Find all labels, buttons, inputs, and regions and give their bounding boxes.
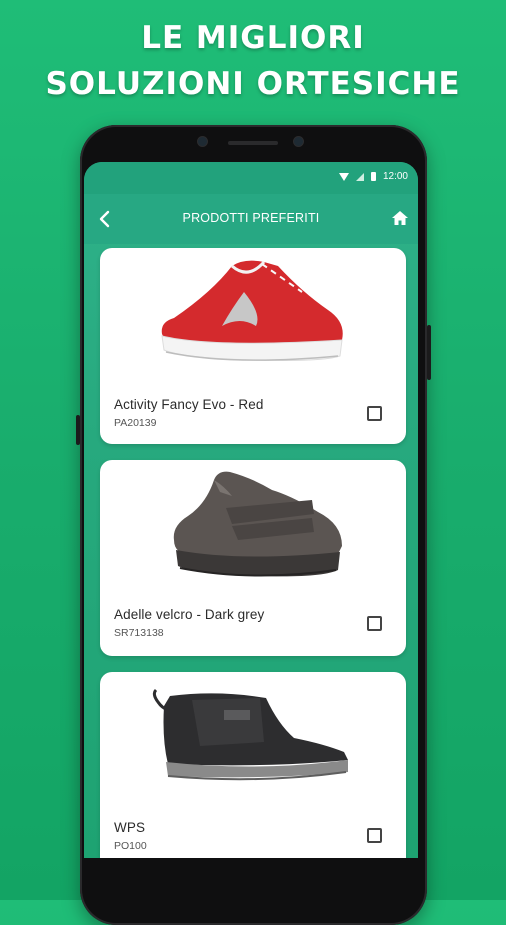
product-card[interactable]: WPS PO100 [100,672,406,858]
favorite-checkbox[interactable] [367,828,382,843]
product-name: Activity Fancy Evo - Red [114,397,264,412]
product-image-black-shoe [152,688,348,781]
signal-icon [355,172,364,181]
product-card[interactable]: Adelle velcro - Dark grey SR713138 [100,460,406,656]
product-code: PO100 [114,840,147,852]
wifi-icon [338,172,349,181]
phone-speaker [228,141,278,145]
phone-side-button [76,415,80,445]
favorite-checkbox[interactable] [367,406,382,421]
app-bar: PRODOTTI PREFERITI [84,194,418,244]
app-screen: 12:00 PRODOTTI PREFERITI Activity Fancy … [84,162,418,858]
phone-sensor [294,137,303,146]
favorite-checkbox[interactable] [367,616,382,631]
battery-icon [370,172,376,181]
phone-side-button [427,325,431,380]
product-image-grey-shoe [173,471,342,577]
status-time: 12:00 [382,171,408,182]
product-card[interactable]: Activity Fancy Evo - Red PA20139 [100,248,406,444]
home-icon [392,211,408,225]
status-bar: 12:00 [84,162,418,194]
phone-camera [198,137,207,146]
promo-headline-line-1: LE MIGLIORI [141,20,365,56]
page-title: PRODOTTI PREFERITI [182,211,320,225]
product-code: PA20139 [114,417,157,429]
favorites-list: Activity Fancy Evo - Red PA20139 Adelle … [84,244,418,858]
product-image-red-sneaker [161,260,343,361]
promo-headline-line-2: SOLUZIONI ORTESICHE [45,66,461,102]
product-name: WPS [114,820,146,835]
home-button[interactable] [390,208,410,228]
product-name: Adelle velcro - Dark grey [114,607,265,622]
product-code: SR713138 [114,627,164,639]
